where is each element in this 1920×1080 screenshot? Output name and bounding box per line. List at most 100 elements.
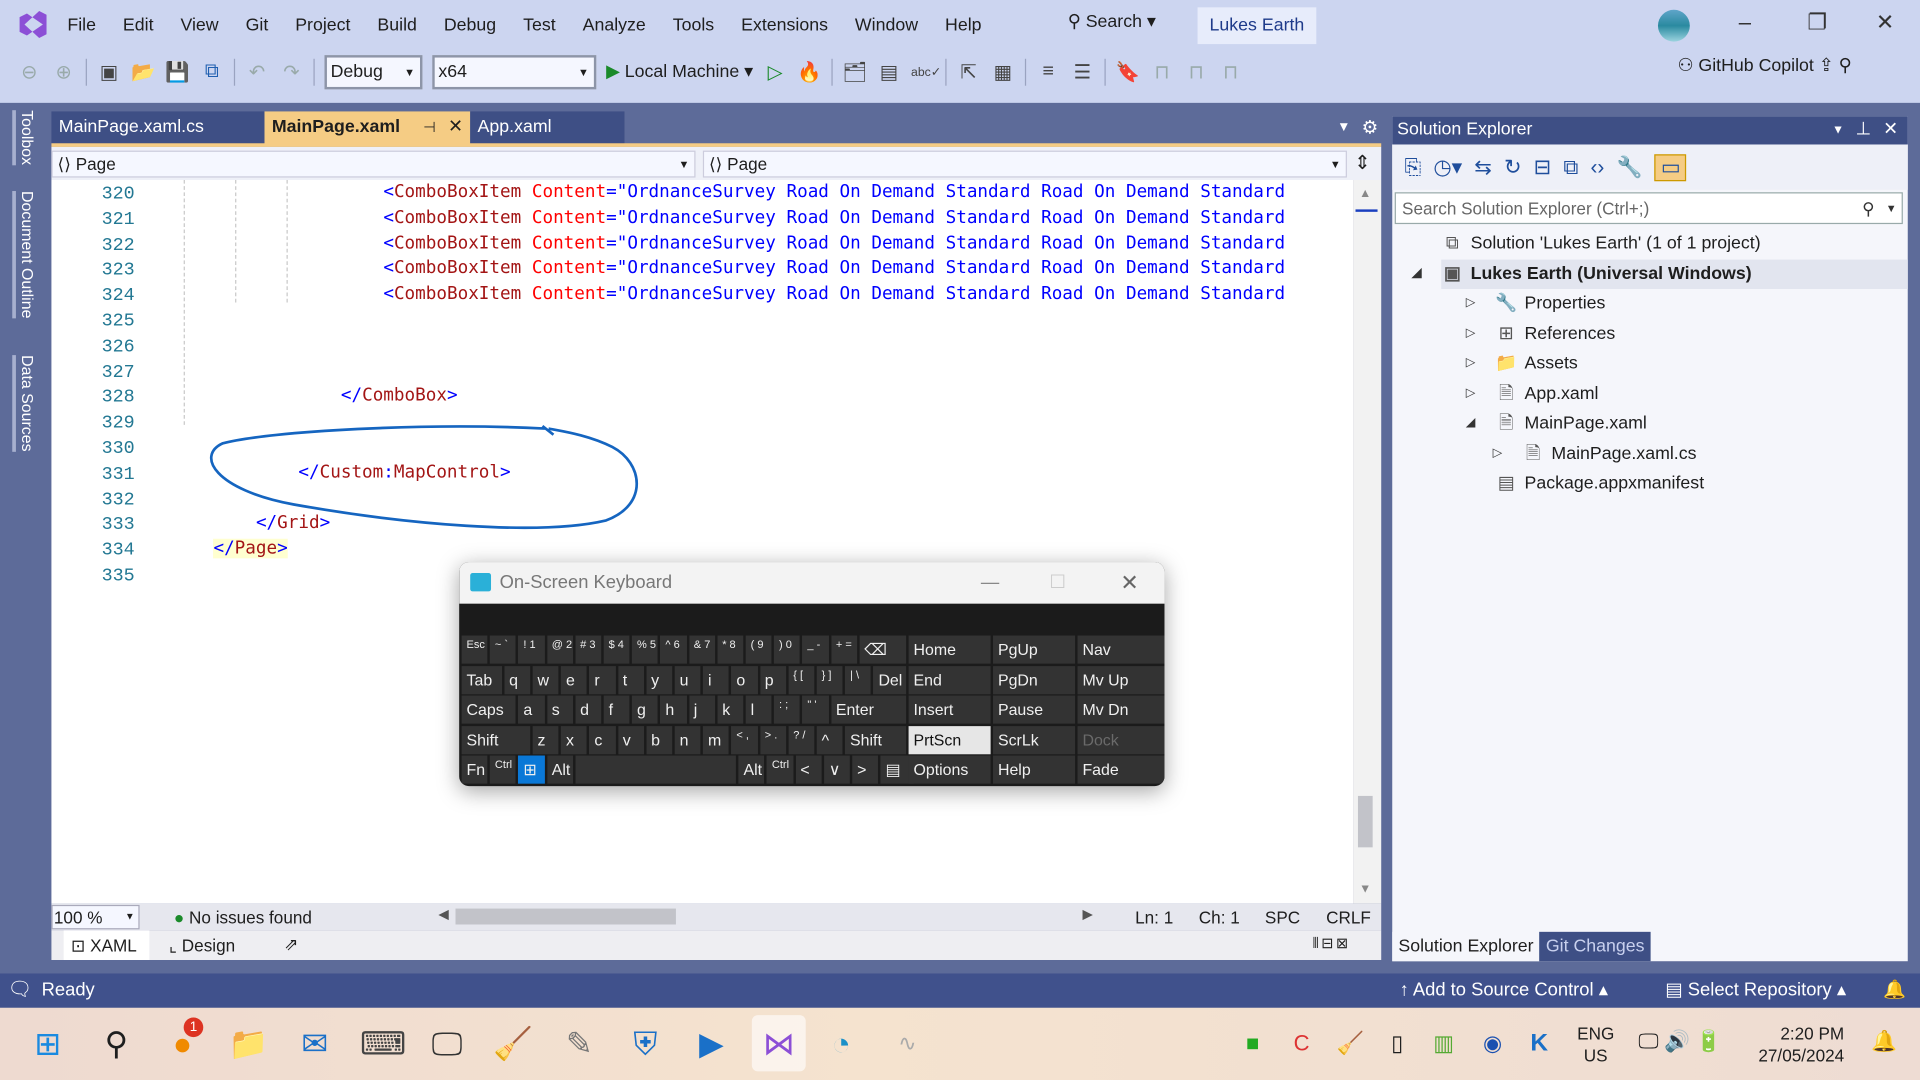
key-b[interactable]: b xyxy=(646,725,673,754)
osk-close-button[interactable]: ✕ xyxy=(1120,562,1138,604)
type-dropdown[interactable]: ⟨⟩ Page ▼ xyxy=(51,150,696,178)
side-tab-document-outline[interactable]: Document Outline xyxy=(12,191,37,319)
language-indicator[interactable]: ENG US xyxy=(1577,1022,1614,1066)
minimize-button[interactable]: – xyxy=(1739,10,1751,36)
search-button[interactable]: ⚲ Search ▾ xyxy=(1068,12,1156,32)
indent-icon[interactable]: ≡ xyxy=(1036,61,1060,83)
close-button[interactable]: ✕ xyxy=(1876,10,1894,36)
switch-views-icon[interactable]: ⎘ xyxy=(1404,155,1421,179)
key-e[interactable]: e xyxy=(561,665,587,694)
expander-icon[interactable]: ▷ xyxy=(1466,349,1475,378)
code-line[interactable]: <ComboBoxItem Content="OrdnanceSurvey Ro… xyxy=(383,259,1285,279)
windows-start-icon[interactable]: ⊞ xyxy=(27,1022,69,1064)
media-player-icon[interactable]: ▶ xyxy=(691,1022,733,1064)
start-without-debugging-icon[interactable]: ▷ xyxy=(763,60,787,84)
menu-window[interactable]: Window xyxy=(841,12,931,39)
clear-bookmarks-icon[interactable]: ⊓ xyxy=(1218,60,1242,84)
browse-icon[interactable]: 🗂 xyxy=(842,60,867,84)
menu-test[interactable]: Test xyxy=(510,12,570,39)
tree-item[interactable]: ▷ ⊞ References xyxy=(1466,319,1616,348)
code-line[interactable]: <ComboBoxItem Content="OrdnanceSurvey Ro… xyxy=(383,233,1285,253)
zoom-dropdown[interactable]: 100 % ▼ xyxy=(51,904,140,930)
tree-item[interactable]: ▤ Package.appxmanifest xyxy=(1495,469,1704,498)
key-i[interactable]: i xyxy=(703,665,730,694)
key-g[interactable]: g xyxy=(632,695,659,724)
key-nav[interactable]: Nav xyxy=(1077,635,1165,664)
key-# 3[interactable]: # 3 xyxy=(575,635,602,664)
collapse-all-icon[interactable]: ⊟ xyxy=(1534,155,1551,179)
expander-icon[interactable]: ▷ xyxy=(1466,319,1475,348)
member-dropdown[interactable]: ⟨⟩ Page ▼ xyxy=(702,150,1347,178)
account-avatar[interactable] xyxy=(1657,9,1690,42)
key-^[interactable]: ^ xyxy=(816,725,843,754)
back-icon[interactable]: ⊖ xyxy=(17,60,41,84)
menu-project[interactable]: Project xyxy=(282,12,364,39)
key-| \[interactable]: | \ xyxy=(845,665,872,694)
key-< ,[interactable]: < , xyxy=(731,725,758,754)
menu-extensions[interactable]: Extensions xyxy=(728,12,842,39)
key-end[interactable]: End xyxy=(908,665,991,694)
key-insert[interactable]: Insert xyxy=(908,695,991,724)
expander-icon[interactable]: ▷ xyxy=(1466,379,1475,408)
save-all-icon[interactable]: ⧉ xyxy=(200,61,224,83)
menu-view[interactable]: View xyxy=(167,12,232,39)
key-$ 4[interactable]: $ 4 xyxy=(603,635,630,664)
key-j[interactable]: j xyxy=(688,695,715,724)
scroll-right-icon[interactable]: ▶ xyxy=(1082,906,1092,922)
key-~ `[interactable]: ~ ` xyxy=(490,635,516,664)
key-" '[interactable]: " ' xyxy=(802,695,829,724)
key-Esc[interactable]: Esc xyxy=(461,635,488,664)
key-+ =[interactable]: + = xyxy=(830,635,857,664)
menu-file[interactable]: File xyxy=(54,12,110,39)
key-t[interactable]: t xyxy=(617,665,644,694)
open-folder-icon[interactable]: 📂 xyxy=(131,60,155,84)
key-Alt[interactable]: Alt xyxy=(546,755,573,784)
key->[interactable]: > xyxy=(852,755,879,784)
key-home[interactable]: Home xyxy=(908,635,991,664)
feedback-icon[interactable]: ⚲ xyxy=(1839,56,1852,76)
key-a[interactable]: a xyxy=(518,695,545,724)
preview-icon[interactable]: ▭ xyxy=(1654,153,1687,181)
key-& 7[interactable]: & 7 xyxy=(688,635,715,664)
key-∨[interactable]: ∨ xyxy=(823,755,850,784)
close-icon[interactable]: ✕ xyxy=(1883,116,1898,144)
show-all-files-icon[interactable]: ⧉ xyxy=(1563,155,1578,179)
key-Shift[interactable]: Shift xyxy=(845,725,907,754)
code-view-icon[interactable]: ‹› xyxy=(1590,155,1604,179)
defender-shield-icon[interactable]: ⛨ xyxy=(624,1022,666,1064)
visual-studio-taskbar-icon[interactable]: ⋈ xyxy=(751,1015,806,1072)
key-Fn[interactable]: Fn xyxy=(461,755,488,784)
properties-icon[interactable]: ▦ xyxy=(991,60,1015,84)
mail-icon[interactable]: ✉ xyxy=(294,1022,336,1064)
key-% 5[interactable]: % 5 xyxy=(632,635,659,664)
key-w[interactable]: w xyxy=(532,665,559,694)
close-tab-icon[interactable]: ✕ xyxy=(448,111,463,144)
platform-dropdown[interactable]: x64 ▼ xyxy=(432,55,597,90)
outdent-icon[interactable]: ☰ xyxy=(1070,60,1094,84)
tree-item[interactable]: ▷ 🗎 App.xaml xyxy=(1466,379,1599,408)
key-( 9[interactable]: ( 9 xyxy=(745,635,772,664)
layout-icon[interactable]: ▤ xyxy=(877,60,901,84)
key-n[interactable]: n xyxy=(674,725,701,754)
configuration-dropdown[interactable]: Debug ▼ xyxy=(324,55,423,90)
key-f[interactable]: f xyxy=(603,695,630,724)
tab-solution-explorer[interactable]: Solution Explorer xyxy=(1392,931,1540,962)
key-space[interactable] xyxy=(575,755,737,784)
key-Del[interactable]: Del xyxy=(873,665,907,694)
expander-icon[interactable]: ◢ xyxy=(1466,409,1475,438)
horizontal-scrollbar-thumb[interactable] xyxy=(455,908,676,925)
tree-item[interactable]: ⧉ Solution 'Lukes Earth' (1 of 1 project) xyxy=(1441,229,1761,258)
key-r[interactable]: r xyxy=(589,665,616,694)
key-options[interactable]: Options xyxy=(908,755,991,784)
notification-center-icon[interactable]: 🔔 xyxy=(1871,1030,1897,1054)
remote-desktop-icon[interactable]: 🖵 xyxy=(426,1022,468,1064)
menu-help[interactable]: Help xyxy=(932,12,995,39)
dropdown-icon[interactable]: ▼ xyxy=(1832,116,1844,144)
tree-item[interactable]: ◢ ▣ Lukes Earth (Universal Windows) xyxy=(1412,258,1908,289)
github-copilot-button[interactable]: ⚇ GitHub Copilot ⇪ ⚲ xyxy=(1678,56,1852,76)
usb-tray-icon[interactable]: ▯ xyxy=(1376,1022,1418,1064)
code-line[interactable]: </Grid> xyxy=(256,514,330,534)
key-prtscn[interactable]: PrtScn xyxy=(908,725,991,754)
key-q[interactable]: q xyxy=(504,665,531,694)
save-icon[interactable]: 💾 xyxy=(165,60,189,84)
